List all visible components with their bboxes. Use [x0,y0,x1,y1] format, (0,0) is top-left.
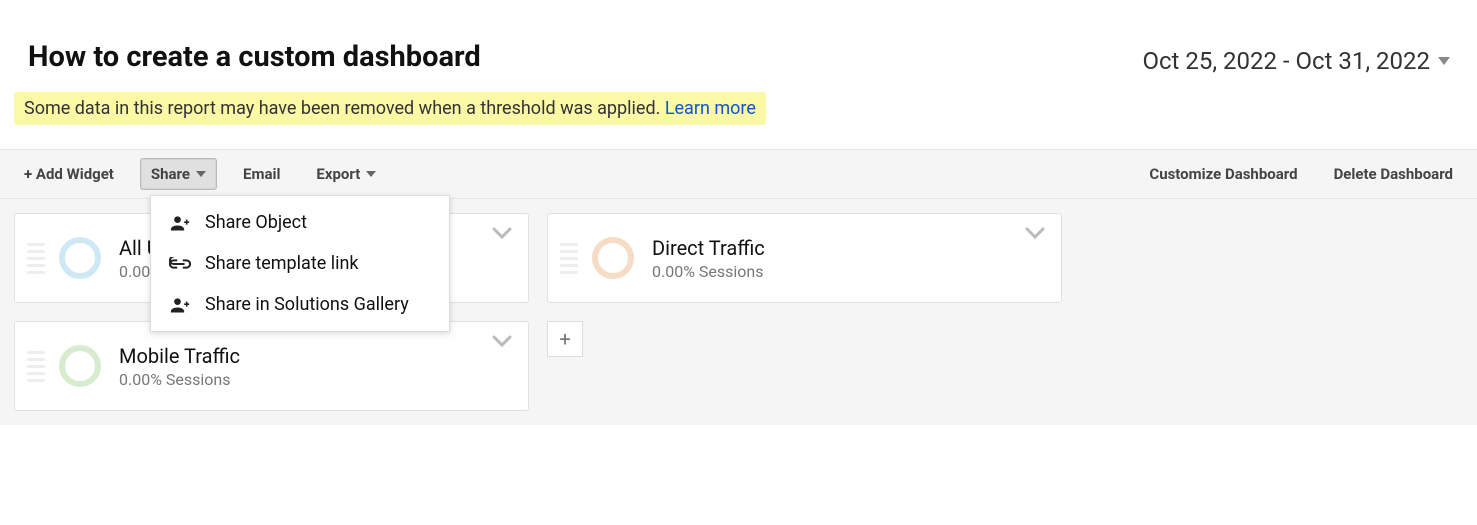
share-solutions-gallery-item[interactable]: Share in Solutions Gallery [151,284,449,325]
drag-handle-icon[interactable] [27,341,45,391]
export-button[interactable]: Export [306,159,386,189]
person-plus-icon [169,295,191,315]
widget-direct-traffic[interactable]: Direct Traffic 0.00% Sessions [547,213,1062,303]
export-button-label: Export [316,165,360,183]
date-range-label: Oct 25, 2022 - Oct 31, 2022 [1142,47,1430,75]
widget-mobile-traffic[interactable]: Mobile Traffic 0.00% Sessions [14,321,529,411]
share-button-label: Share [151,165,190,183]
link-icon [169,257,191,271]
chevron-down-icon [196,171,206,177]
customize-dashboard-button[interactable]: Customize Dashboard [1139,159,1307,189]
segment-circle-icon [59,237,101,279]
dashboard-toolbar: + Add Widget Share Email Export Customiz… [0,149,1477,199]
chevron-down-icon [366,171,376,177]
threshold-warning-text: Some data in this report may have been r… [24,98,665,119]
page-title: How to create a custom dashboard [28,40,766,74]
widget-subtitle: 0.00% Sessions [119,370,240,389]
share-object-item[interactable]: Share Object [151,202,449,243]
share-button[interactable]: Share [140,158,217,190]
segment-circle-icon [592,237,634,279]
drag-handle-icon[interactable] [27,233,45,283]
email-button[interactable]: Email [233,159,290,189]
share-menu: Share Object Share template link Share i… [150,195,450,332]
widget-title: Mobile Traffic [119,344,240,368]
widget-subtitle: 0.00% Sessions [652,262,765,281]
add-widget-button[interactable]: + Add Widget [14,159,124,189]
widget-title: Direct Traffic [652,236,765,260]
segment-circle-icon [59,345,101,387]
threshold-warning-banner: Some data in this report may have been r… [14,92,766,125]
learn-more-link[interactable]: Learn more [665,98,756,119]
share-menu-item-label: Share in Solutions Gallery [205,294,409,315]
chevron-down-icon [1438,57,1450,65]
drag-handle-icon[interactable] [560,233,578,283]
widget-menu-button[interactable] [1025,226,1045,240]
share-menu-item-label: Share template link [205,253,359,274]
delete-dashboard-button[interactable]: Delete Dashboard [1324,159,1463,189]
add-widget-tile[interactable]: + [547,321,583,357]
widget-menu-button[interactable] [492,334,512,348]
share-menu-item-label: Share Object [205,212,307,233]
person-plus-icon [169,213,191,233]
share-template-link-item[interactable]: Share template link [151,243,449,284]
date-range-picker[interactable]: Oct 25, 2022 - Oct 31, 2022 [1129,40,1463,82]
widget-menu-button[interactable] [492,226,512,240]
